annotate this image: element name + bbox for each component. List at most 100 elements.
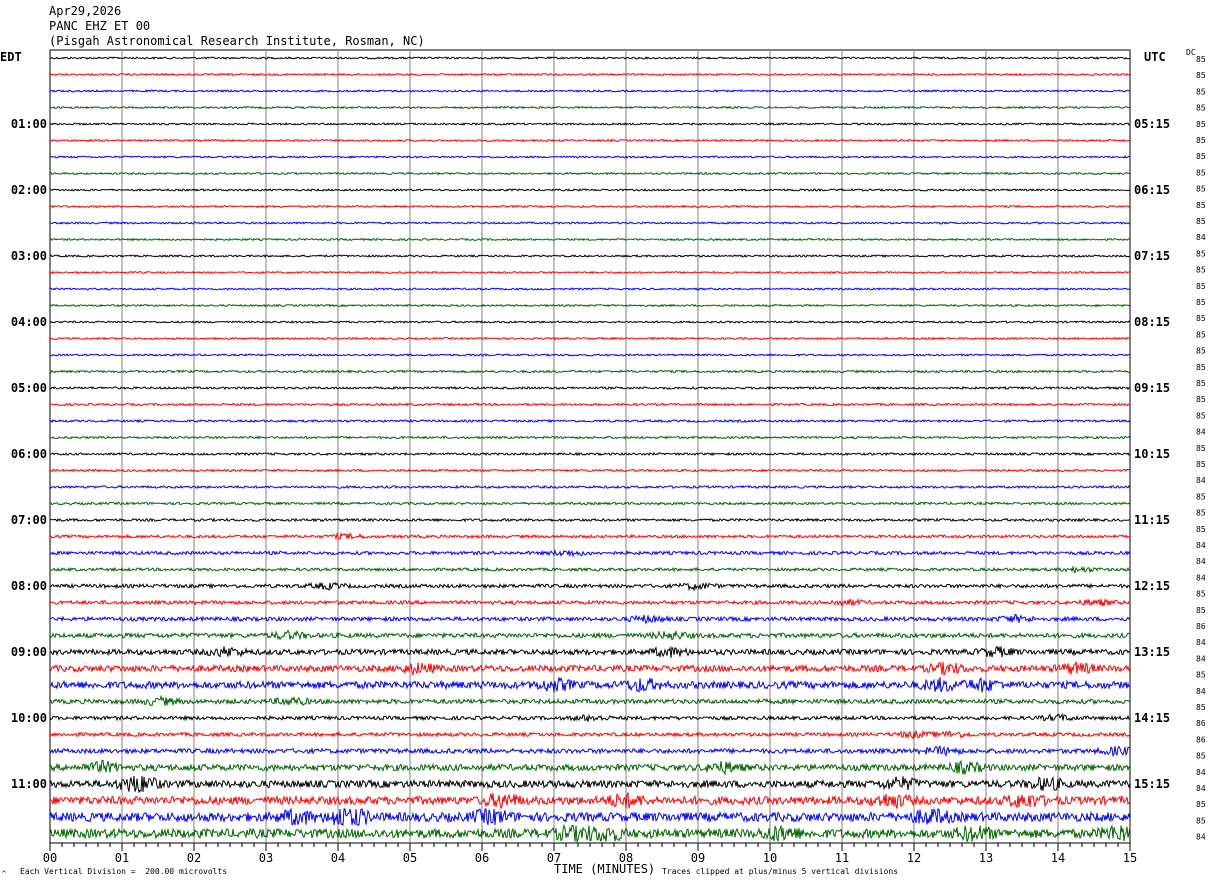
right-hour-label: 12:15	[1134, 579, 1170, 593]
left-hour-label: 07:00	[11, 513, 47, 527]
right-hour-label: 10:15	[1134, 447, 1170, 461]
trace-line	[49, 759, 1131, 776]
trace-line	[49, 676, 1131, 693]
dc-offset-value: 85	[1196, 201, 1206, 210]
trace-line	[49, 89, 1131, 93]
dc-offset-value: 85	[1196, 71, 1206, 80]
x-tick-label: 10	[763, 851, 777, 865]
dc-offset-value: 86	[1196, 719, 1206, 728]
trace-line	[49, 353, 1131, 357]
dc-offset-value: 85	[1196, 185, 1206, 194]
right-hour-label: 07:15	[1134, 249, 1170, 263]
left-hour-label: 02:00	[11, 183, 47, 197]
dc-offset-value: 85	[1196, 217, 1206, 226]
dc-offset-value: 84	[1196, 476, 1206, 485]
dc-offset-value: 84	[1196, 428, 1206, 437]
right-hour-label: 11:15	[1134, 513, 1170, 527]
plot-frame	[49, 49, 1131, 844]
left-hour-label: 04:00	[11, 315, 47, 329]
dc-offset-value: 85	[1196, 590, 1206, 599]
trace-line	[49, 105, 1131, 110]
dc-offset-value: 85	[1196, 395, 1206, 404]
trace-line	[49, 204, 1131, 209]
left-hour-label: 09:00	[11, 645, 47, 659]
dc-offset-value: 86	[1196, 735, 1206, 744]
trace-line	[49, 629, 1131, 641]
x-tick-label: 06	[475, 851, 489, 865]
dc-offset-value: 86	[1196, 622, 1206, 631]
trace-line	[49, 581, 1131, 592]
dc-offset-value: 84	[1196, 541, 1206, 550]
x-tick-label: 13	[979, 851, 993, 865]
clip-note: Traces clipped at plus/minus 5 vertical …	[662, 867, 899, 876]
x-tick-label: 00	[43, 851, 57, 865]
dc-offset-value: 84	[1196, 573, 1206, 582]
left-hour-label: 08:00	[11, 579, 47, 593]
trace-line	[49, 336, 1131, 341]
x-tick-label: 03	[259, 851, 273, 865]
dc-offset-value: 85	[1196, 444, 1206, 453]
trace-line	[49, 468, 1131, 473]
left-hour-label: 03:00	[11, 249, 47, 263]
trace-line	[49, 72, 1131, 77]
dc-offset-value: 85	[1196, 55, 1206, 64]
dc-offset-value: 85	[1196, 363, 1206, 372]
trace-line	[49, 613, 1131, 625]
trace-line	[49, 565, 1131, 574]
trace-line	[49, 270, 1131, 275]
trace-line	[49, 501, 1131, 506]
trace-line	[49, 369, 1131, 374]
dc-offset-value: 85	[1196, 152, 1206, 161]
right-hour-label: 15:15	[1134, 777, 1170, 791]
trace-line	[49, 402, 1131, 407]
trace-line	[49, 729, 1131, 740]
trace-line	[49, 823, 1131, 844]
dc-offset-value: 84	[1196, 233, 1206, 242]
left-hour-label: 06:00	[11, 447, 47, 461]
x-tick-label: 12	[907, 851, 921, 865]
x-tick-label: 01	[115, 851, 129, 865]
dc-offset-value: 85	[1196, 460, 1206, 469]
trace-line	[49, 597, 1131, 608]
x-tick-label: 15	[1123, 851, 1137, 865]
trace-line	[49, 418, 1131, 424]
trace-line	[50, 221, 1131, 225]
dc-offset-value: 85	[1196, 509, 1206, 518]
dc-offset-value: 85	[1196, 347, 1206, 356]
dc-offset-value: 85	[1196, 120, 1206, 129]
dc-offset-value: 84	[1196, 768, 1206, 777]
trace-line	[49, 287, 1131, 291]
x-tick-label: 04	[331, 851, 345, 865]
dc-offset-value: 85	[1196, 671, 1206, 680]
right-hour-label: 09:15	[1134, 381, 1170, 395]
dc-offset-value: 85	[1196, 492, 1206, 501]
trace-line	[49, 155, 1131, 159]
left-hour-label: 11:00	[11, 777, 47, 791]
dc-offset-value: 85	[1196, 282, 1206, 291]
footer-mark: ^	[2, 870, 7, 878]
trace-line	[49, 745, 1131, 758]
dc-offset-value: 85	[1196, 816, 1206, 825]
dc-offset-value: 85	[1196, 606, 1206, 615]
x-tick-label: 11	[835, 851, 849, 865]
trace-line	[49, 531, 1131, 541]
dc-offset-value: 85	[1196, 800, 1206, 809]
dc-offset-value: 84	[1196, 833, 1206, 842]
trace-line	[49, 254, 1131, 258]
dc-offset-value: 85	[1196, 136, 1206, 145]
trace-line	[49, 661, 1131, 677]
trace-line	[49, 775, 1131, 794]
trace-line	[49, 435, 1131, 440]
trace-line	[49, 171, 1131, 176]
trace-line	[49, 188, 1131, 192]
right-hour-label: 06:15	[1134, 183, 1170, 197]
trace-line	[49, 138, 1131, 143]
trace-line	[49, 807, 1131, 827]
trace-line	[49, 712, 1131, 722]
left-hour-label: 10:00	[11, 711, 47, 725]
dc-offset-value: 85	[1196, 249, 1206, 258]
left-hour-label: 01:00	[11, 117, 47, 131]
trace-line	[49, 56, 1131, 60]
trace-line	[49, 792, 1131, 810]
trace-line	[49, 385, 1131, 391]
